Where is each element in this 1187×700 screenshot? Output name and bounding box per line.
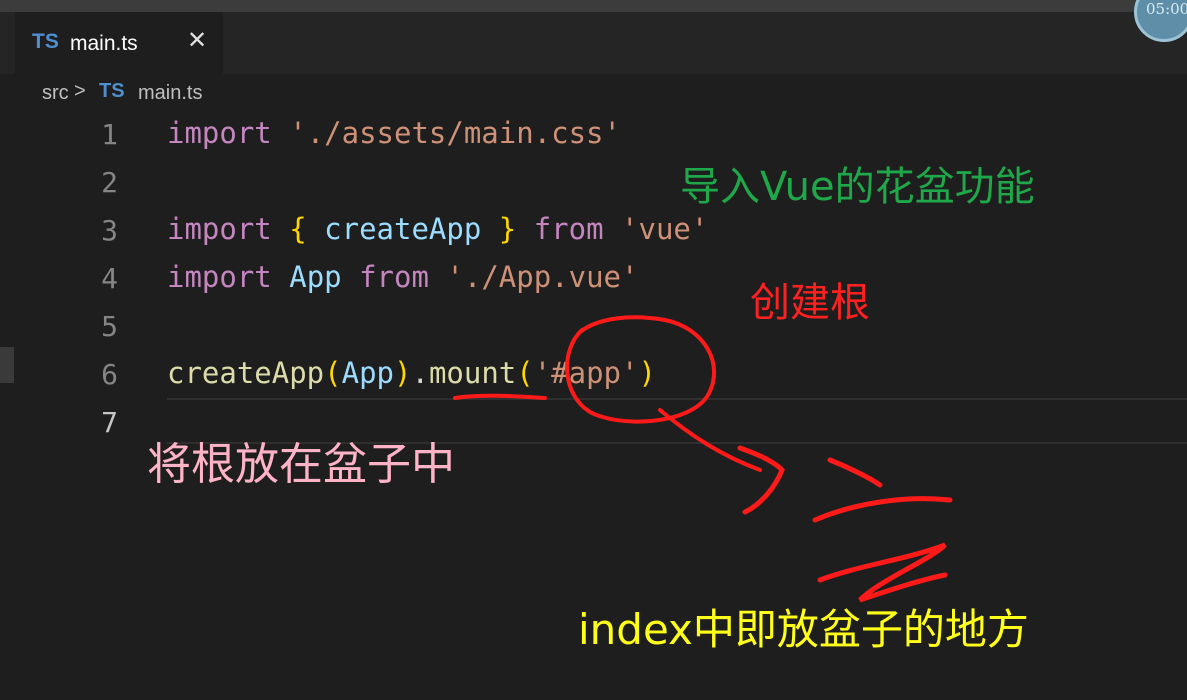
code-token: from [533,212,604,246]
close-icon[interactable]: ✕ [187,26,207,54]
code-line[interactable]: import { createApp } from 'vue' [167,212,708,246]
code-token: 'vue' [621,212,709,246]
line-number: 7 [101,406,118,439]
code-token: ( [324,356,342,390]
gutter-scroll-marker [0,347,14,383]
recording-timer-text: 05:00 [1146,0,1187,18]
code-token: ( [516,356,534,390]
code-token: } [498,212,517,246]
typescript-icon: TS [99,80,125,102]
line-number: 4 [101,262,118,295]
line-number: 2 [101,166,118,199]
code-token: App [341,356,394,390]
code-token: './assets/main.css' [289,116,621,150]
annotation-import-vue: 导入Vue的花盆功能 [680,164,1035,210]
code-line[interactable]: import './assets/main.css' [167,116,621,150]
breadcrumb-folder[interactable]: src [42,82,69,105]
arrow-head [737,445,785,515]
code-token: { [289,212,307,246]
line-number: 3 [101,214,118,247]
code-token: import [167,212,272,246]
code-line[interactable]: createApp(App).mount('#app') [167,356,656,390]
code-token: '#app' [533,356,639,390]
code-token: from [359,260,429,294]
line-number: 6 [101,358,118,391]
typescript-icon: TS [32,30,59,53]
annotation-create-root: 创建根 [750,280,870,326]
code-token: . [411,356,429,390]
code-token: mount [428,356,517,390]
line-number: 1 [101,118,118,151]
code-token: './App.vue' [446,260,639,294]
tab-label: main.ts [70,32,138,55]
code-token: ) [394,356,412,390]
code-line[interactable]: import App from './App.vue' [167,260,638,294]
code-token: import [167,260,272,294]
line-number: 5 [101,310,118,343]
code-token: import [167,116,272,150]
tab-bar: TS main.ts ✕ [0,12,1187,74]
code-token: createApp [324,212,482,246]
chevron-right-icon: > [74,80,86,102]
tab-main-ts[interactable]: TS main.ts ✕ [15,12,223,74]
breadcrumb-file[interactable]: main.ts [138,82,202,105]
code-token: ) [638,356,656,390]
handwritten-ink-layer [453,315,953,603]
annotation-mount-root: 将根放在盆子中 [147,439,455,490]
code-token: createApp [167,356,325,390]
annotation-index-pot: index中即放盆子的地方 [578,605,1029,654]
scribble-mark [812,457,953,603]
title-bar-strip [0,0,1187,12]
code-token: App [289,260,342,294]
